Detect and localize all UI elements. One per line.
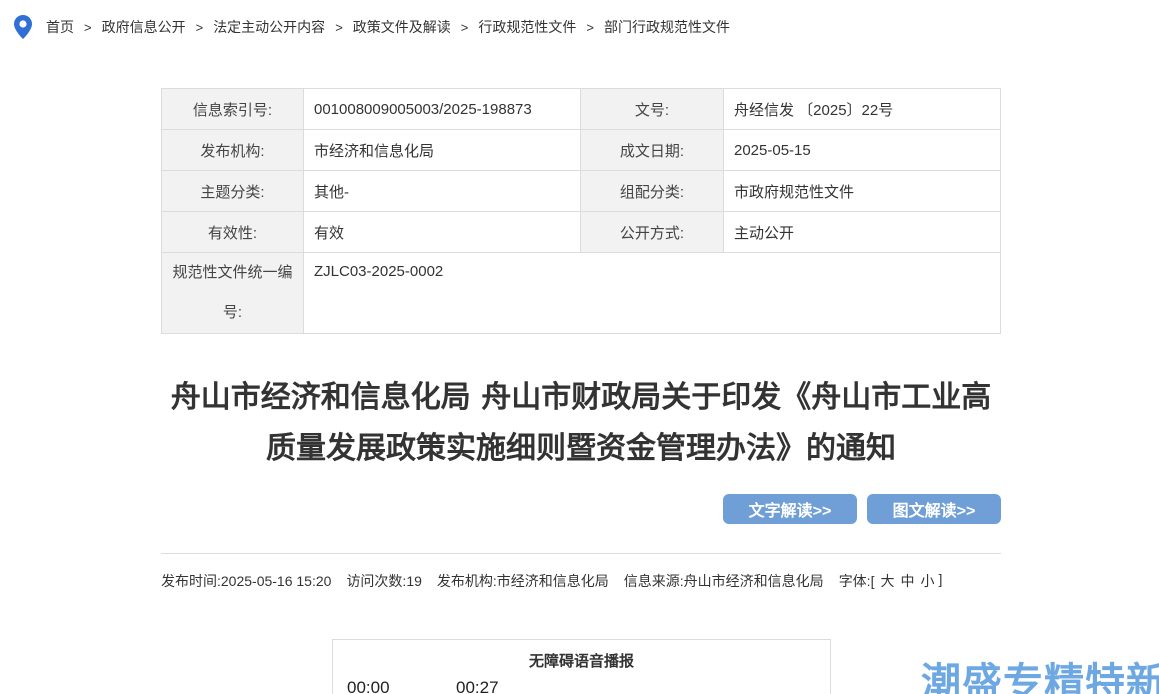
- font-size-label: 字体:[: [838, 573, 875, 589]
- table-row: 信息索引号: 001008009005003/2025-198873 文号: 舟…: [161, 88, 1001, 130]
- info-publisher: 发布机构:市经济和信息化局: [436, 573, 609, 589]
- publish-info-bar: 发布时间:2025-05-16 15:20 访问次数:19 发布机构:市经济和信…: [161, 571, 942, 591]
- docno-value: 舟经信发 〔2025〕22号: [723, 88, 1001, 130]
- table-row: 有效性: 有效 公开方式: 主动公开: [161, 211, 1001, 253]
- font-size-close: ]: [938, 571, 943, 587]
- validity-label: 有效性:: [161, 211, 304, 253]
- validity-value: 有效: [303, 211, 581, 253]
- table-row: 规范性文件统一编号: ZJLC03-2025-0002: [161, 252, 1001, 334]
- disclosure-label: 公开方式:: [580, 211, 724, 253]
- breadcrumb-separator: >: [84, 19, 92, 35]
- font-large-link[interactable]: 大: [880, 571, 894, 591]
- font-medium-link[interactable]: 中: [900, 571, 914, 591]
- code-label: 规范性文件统一编号:: [161, 252, 304, 334]
- audio-total-time: 00:27: [456, 678, 499, 694]
- breadcrumb-separator: >: [460, 19, 469, 35]
- code-value: ZJLC03-2025-0002: [303, 252, 1001, 334]
- topic-label: 主题分类:: [161, 170, 304, 212]
- breadcrumb-normative[interactable]: 行政规范性文件: [478, 17, 576, 37]
- divider: [161, 553, 1001, 554]
- audio-player: 无障碍语音播报 00:00 00:27: [332, 639, 831, 694]
- breadcrumb-dept-normative[interactable]: 部门行政规范性文件: [604, 17, 730, 37]
- watermark: 潮盛专精特新: [921, 661, 1159, 694]
- table-row: 主题分类: 其他- 组配分类: 市政府规范性文件: [161, 170, 1001, 212]
- publish-time: 发布时间:2025-05-16 15:20: [161, 573, 332, 589]
- audio-player-title: 无障碍语音播报: [528, 653, 634, 670]
- font-small-link[interactable]: 小: [920, 571, 934, 591]
- category-label: 组配分类:: [580, 170, 724, 212]
- info-source: 信息来源:舟山市经济和信息化局: [623, 573, 824, 589]
- category-value: 市政府规范性文件: [723, 170, 1001, 212]
- publisher-value: 市经济和信息化局: [303, 129, 581, 171]
- breadcrumb-statutory[interactable]: 法定主动公开内容: [213, 17, 325, 37]
- audio-current-time: 00:00: [347, 678, 390, 694]
- breadcrumb-gov-info[interactable]: 政府信息公开: [102, 17, 186, 37]
- breadcrumb-separator: >: [335, 19, 343, 35]
- date-value: 2025-05-15: [723, 129, 1001, 171]
- docno-label: 文号:: [580, 88, 724, 130]
- graphic-reading-button[interactable]: 图文解读>>: [867, 494, 1001, 524]
- breadcrumb-separator: >: [586, 19, 594, 35]
- breadcrumb-home[interactable]: 首页: [46, 17, 74, 37]
- index-value: 001008009005003/2025-198873: [303, 88, 581, 130]
- index-label: 信息索引号:: [161, 88, 304, 130]
- text-reading-button[interactable]: 文字解读>>: [723, 494, 857, 524]
- location-pin-icon: [14, 15, 32, 39]
- breadcrumb-policy[interactable]: 政策文件及解读: [353, 17, 451, 37]
- disclosure-value: 主动公开: [723, 211, 1001, 253]
- breadcrumb-separator: >: [195, 19, 204, 35]
- visit-count: 访问次数:19: [346, 573, 422, 589]
- topic-value: 其他-: [303, 170, 581, 212]
- document-title: 舟山市经济和信息化局 舟山市财政局关于印发《舟山市工业高质量发展政策实施细则暨资…: [170, 380, 992, 466]
- table-row: 发布机构: 市经济和信息化局 成文日期: 2025-05-15: [161, 129, 1001, 171]
- breadcrumb: 首页 > 政府信息公开 > 法定主动公开内容 > 政策文件及解读 > 行政规范性…: [14, 14, 730, 40]
- document-metadata-table: 信息索引号: 001008009005003/2025-198873 文号: 舟…: [161, 88, 1001, 334]
- date-label: 成文日期:: [580, 129, 724, 171]
- publisher-label: 发布机构:: [161, 129, 304, 171]
